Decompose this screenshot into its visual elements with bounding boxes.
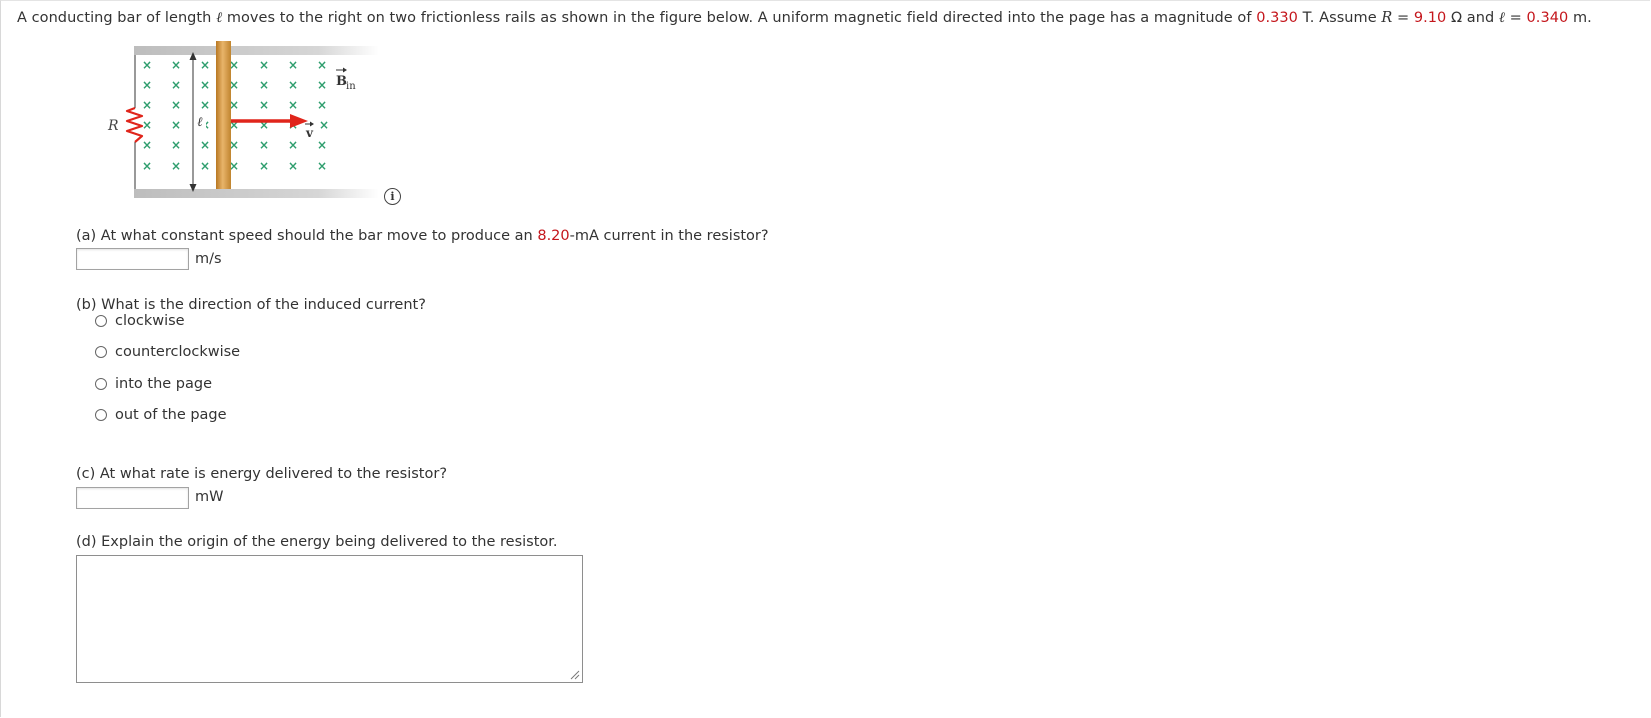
- intro-text: Ω and: [1446, 10, 1499, 26]
- field-cross: ×: [171, 98, 181, 112]
- resize-grip-icon[interactable]: [568, 668, 580, 680]
- field-cross: ×: [288, 138, 298, 152]
- field-cross: ×: [200, 78, 210, 92]
- radio-button[interactable]: [95, 346, 107, 358]
- field-cross: ×: [200, 138, 210, 152]
- magnetic-field-label: B in: [336, 67, 356, 92]
- part-a-question: (a) At what constant speed should the ba…: [76, 228, 769, 244]
- field-cross: ×: [288, 159, 298, 173]
- magnetic-field-crosses: × × × × × × ×× × × × × × ×× × × × × × ×× × × ×× × × × × × ×× × × × × × ××…: [142, 58, 329, 173]
- resistor-label: R: [107, 118, 119, 134]
- field-cross: ×: [259, 78, 269, 92]
- part-a-text: -mA current in the resistor?: [569, 228, 769, 244]
- option-label: out of the page: [115, 407, 227, 423]
- option-label: into the page: [115, 376, 213, 392]
- svg-text:in: in: [346, 81, 356, 92]
- option-out-of-page[interactable]: out of the page: [95, 407, 227, 423]
- field-cross: ×: [317, 98, 327, 112]
- resistor-zigzag: [125, 106, 144, 143]
- explanation-textarea[interactable]: [76, 555, 583, 683]
- option-counterclockwise[interactable]: counterclockwise: [95, 344, 240, 360]
- intro-text: =: [1392, 10, 1414, 26]
- field-cross: ×: [142, 58, 152, 72]
- speed-input[interactable]: [76, 248, 189, 270]
- b-value: 0.330: [1256, 10, 1298, 26]
- r-symbol: R: [1381, 10, 1393, 26]
- field-cross: ×: [288, 78, 298, 92]
- svg-text:v: v: [305, 126, 314, 140]
- option-into-page[interactable]: into the page: [95, 376, 212, 392]
- field-cross: ×: [259, 138, 269, 152]
- problem-statement: A conducting bar of length ℓ moves to th…: [17, 10, 1592, 27]
- conducting-bar: [216, 41, 231, 189]
- part-c-question: (c) At what rate is energy delivered to …: [76, 466, 448, 482]
- rail-bar-figure: R × × × × × × ×× × × × × × ×× × × × × × ×× × × ×× × × × × × ×× × × × × ×…: [107, 41, 379, 198]
- field-cross: ×: [142, 78, 152, 92]
- field-cross: ×: [317, 58, 327, 72]
- field-cross: ×: [200, 159, 210, 173]
- power-unit: mW: [195, 489, 224, 505]
- field-cross: ×: [317, 78, 327, 92]
- field-cross: ×: [200, 98, 210, 112]
- field-cross: ×: [200, 58, 210, 72]
- field-cross: ×: [317, 159, 327, 173]
- part-a-text: (a) At what constant speed should the ba…: [76, 228, 538, 244]
- field-cross: ×: [259, 58, 269, 72]
- field-cross: ×: [319, 118, 329, 132]
- field-cross: ×: [288, 58, 298, 72]
- part-b-question: (b) What is the direction of the induced…: [76, 297, 426, 313]
- part-d-question: (d) Explain the origin of the energy bei…: [76, 534, 558, 550]
- top-rail: [134, 46, 379, 55]
- field-cross: ×: [171, 118, 181, 132]
- field-cross: ×: [259, 159, 269, 173]
- radio-button[interactable]: [95, 378, 107, 390]
- field-cross: ×: [142, 159, 152, 173]
- field-cross: ×: [259, 98, 269, 112]
- field-cross: ×: [142, 118, 152, 132]
- intro-text: T. Assume: [1297, 10, 1382, 26]
- info-icon[interactable]: i: [384, 188, 401, 205]
- current-value: 8.20: [537, 228, 570, 244]
- intro-text: A conducting bar of length: [17, 10, 217, 26]
- field-cross: ×: [288, 98, 298, 112]
- field-cross: ×: [142, 138, 152, 152]
- field-cross: ×: [317, 138, 327, 152]
- field-cross: ×: [171, 138, 181, 152]
- field-cross: ×: [171, 159, 181, 173]
- intro-text: moves to the right on two frictionless r…: [222, 10, 1257, 26]
- speed-unit: m/s: [195, 251, 222, 267]
- r-value: 9.10: [1413, 10, 1447, 26]
- intro-text: =: [1504, 10, 1527, 26]
- velocity-label: v: [305, 121, 314, 140]
- bottom-rail: [134, 189, 379, 198]
- option-clockwise[interactable]: clockwise: [95, 313, 185, 329]
- field-cross: ×: [171, 58, 181, 72]
- length-label: ℓ: [197, 115, 203, 130]
- power-input[interactable]: [76, 487, 189, 509]
- intro-text: m.: [1568, 10, 1592, 26]
- option-label: clockwise: [115, 313, 185, 329]
- radio-button[interactable]: [95, 409, 107, 421]
- field-cross: ×: [171, 78, 181, 92]
- option-label: counterclockwise: [115, 344, 241, 360]
- l-value: 0.340: [1526, 10, 1569, 26]
- radio-button[interactable]: [95, 315, 107, 327]
- field-cross: ×: [142, 98, 152, 112]
